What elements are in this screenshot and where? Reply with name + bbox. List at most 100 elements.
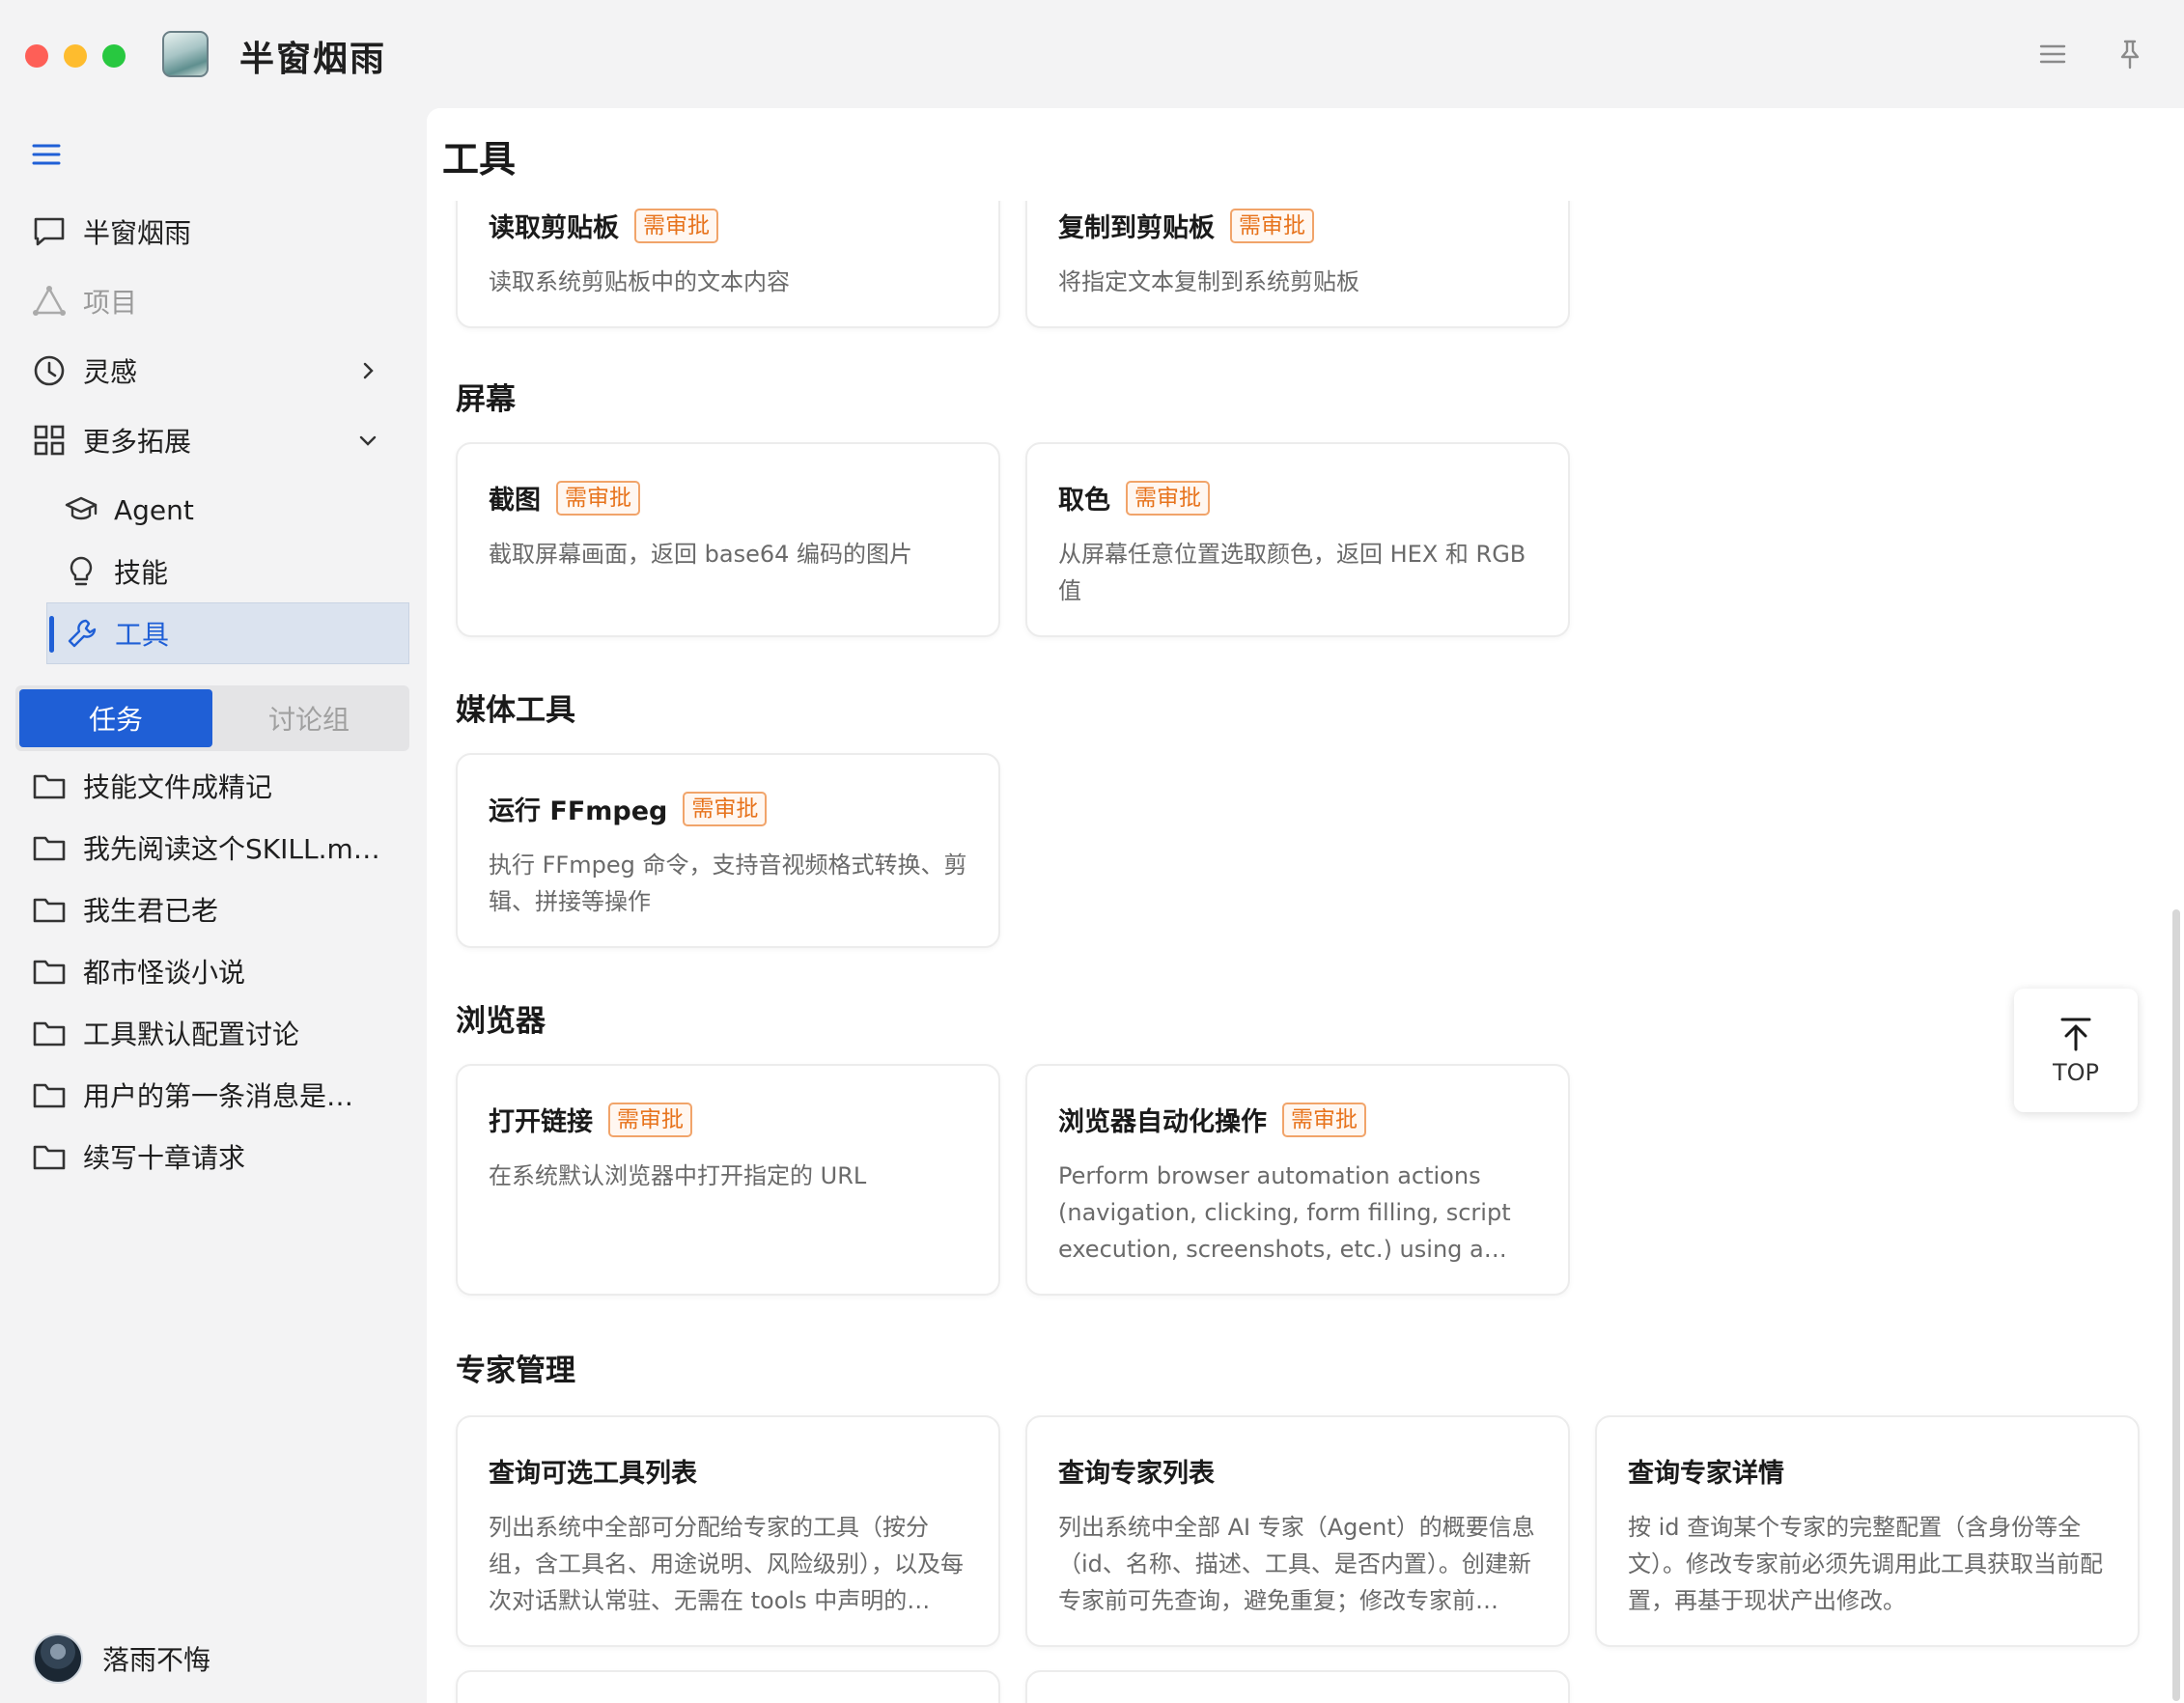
tool-name: 浏览器自动化操作 [1058, 1107, 1267, 1137]
tool-card-list-tools[interactable]: 查询可选工具列表 列出系统中全部可分配给专家的工具（按分组，含工具名、用途说明、… [456, 1415, 1000, 1647]
sidebar-item-chat[interactable]: 半窗烟雨 [31, 205, 398, 259]
task-label: 用户的第一条消息是… [83, 1080, 354, 1112]
sidebar-item-label: 灵感 [83, 356, 138, 388]
app-logo [162, 31, 209, 77]
tool-name: 运行 FFmpeg [489, 796, 668, 826]
task-item[interactable]: 工具默认配置讨论 [31, 1006, 398, 1060]
tool-name: 截图 [489, 486, 541, 516]
sidebar-item-label: 工具 [115, 619, 170, 651]
section-title-expert-management: 专家管理 [456, 1354, 575, 1388]
folder-icon [33, 836, 66, 861]
tool-card-partial[interactable] [1025, 1670, 1570, 1703]
clock-icon [34, 355, 65, 386]
sidebar-item-tools[interactable]: 工具 [46, 602, 409, 664]
title-bar: 半窗烟雨 [0, 0, 2184, 108]
task-item[interactable]: 我先阅读这个SKILL.m… [31, 821, 398, 875]
approval-badge: 需审批 [608, 1102, 692, 1137]
page-title: 工具 [442, 138, 517, 181]
tool-description: 将指定文本复制到系统剪贴板 [1058, 268, 1359, 295]
tool-card-ffmpeg[interactable]: 运行 FFmpeg 需审批 执行 FFmpeg 命令，支持音视频格式转换、剪辑、… [456, 753, 1000, 948]
user-name: 落雨不悔 [102, 1644, 211, 1676]
task-item[interactable]: 用户的第一条消息是… [31, 1068, 398, 1122]
task-label: 我生君已老 [83, 895, 219, 927]
menu-icon[interactable] [2035, 37, 2070, 71]
sidebar-toggle-icon[interactable] [31, 139, 62, 170]
maximize-window-button[interactable] [102, 44, 126, 68]
tool-description: 列出系统中全部 AI 专家（Agent）的概要信息（id、名称、描述、工具、是否… [1058, 1514, 1535, 1614]
folder-icon [33, 898, 66, 923]
sidebar-item-label: 技能 [114, 557, 169, 589]
folder-icon [33, 1021, 66, 1047]
sidebar: 半窗烟雨 项目 灵感 更多拓展 Agent 技能 工具 任务 讨论组 技能文件成… [0, 108, 425, 1703]
tab-discussion-groups[interactable]: 讨论组 [212, 689, 406, 747]
sidebar-tabs: 任务 讨论组 [15, 685, 409, 751]
sidebar-item-skills[interactable]: 技能 [64, 544, 398, 599]
folder-icon [33, 1083, 66, 1108]
tab-tasks[interactable]: 任务 [19, 689, 212, 747]
sidebar-item-extensions[interactable]: 更多拓展 [31, 413, 398, 467]
minimize-window-button[interactable] [64, 44, 87, 68]
tool-description: 截取屏幕画面，返回 base64 编码的图片 [489, 541, 913, 568]
section-title-screen: 屏幕 [456, 382, 516, 417]
tool-name: 复制到剪贴板 [1058, 213, 1215, 243]
tool-name: 查询专家列表 [1058, 1459, 1215, 1489]
section-title-media: 媒体工具 [456, 693, 575, 728]
grid-apps-icon [34, 425, 65, 456]
task-item[interactable]: 都市怪谈小说 [31, 944, 398, 998]
task-label: 工具默认配置讨论 [83, 1019, 300, 1050]
user-profile[interactable]: 落雨不悔 [33, 1633, 210, 1684]
tool-description: 按 id 查询某个专家的完整配置（含身份等全文）。修改专家前必须先调用此工具获取… [1628, 1514, 2103, 1614]
tool-card-list-experts[interactable]: 查询专家列表 列出系统中全部 AI 专家（Agent）的概要信息（id、名称、描… [1025, 1415, 1570, 1647]
tool-card-screenshot[interactable]: 截图 需审批 截取屏幕画面，返回 base64 编码的图片 [456, 442, 1000, 637]
sidebar-item-label: 更多拓展 [83, 426, 192, 458]
task-label: 都市怪谈小说 [83, 957, 246, 989]
approval-badge: 需审批 [1126, 480, 1210, 516]
task-item[interactable]: 技能文件成精记 [31, 759, 398, 813]
approval-badge: 需审批 [1282, 1102, 1366, 1137]
back-to-top-button[interactable]: TOP [2014, 989, 2138, 1112]
tool-card-browser-automation[interactable]: 浏览器自动化操作 需审批 Perform browser automation … [1025, 1064, 1570, 1296]
task-label: 我先阅读这个SKILL.m… [83, 833, 380, 865]
wrench-icon [68, 619, 97, 648]
graduation-cap-icon [65, 496, 98, 520]
close-window-button[interactable] [25, 44, 48, 68]
folder-icon [33, 774, 66, 799]
task-item[interactable]: 续写十章请求 [31, 1130, 398, 1184]
tool-name: 查询专家详情 [1628, 1459, 1784, 1489]
pin-icon[interactable] [2113, 37, 2147, 71]
tool-card-color-picker[interactable]: 取色 需审批 从屏幕任意位置选取颜色，返回 HEX 和 RGB 值 [1025, 442, 1570, 637]
approval-badge: 需审批 [556, 480, 640, 516]
tool-description: 执行 FFmpeg 命令，支持音视频格式转换、剪辑、拼接等操作 [489, 852, 967, 915]
folder-icon [33, 960, 66, 985]
tool-card-expert-detail[interactable]: 查询专家详情 按 id 查询某个专家的完整配置（含身份等全文）。修改专家前必须先… [1595, 1415, 2140, 1647]
lightbulb-icon [70, 556, 93, 586]
chat-bubble-icon [34, 217, 65, 246]
app-title: 半窗烟雨 [239, 40, 387, 79]
tool-name: 取色 [1058, 486, 1110, 516]
back-to-top-label: TOP [2052, 1059, 2100, 1086]
approval-badge: 需审批 [634, 208, 718, 243]
sidebar-item-label: Agent [114, 493, 194, 526]
chevron-down-icon [359, 435, 377, 446]
header-mask [427, 108, 2172, 201]
avatar [33, 1633, 83, 1684]
tool-name: 查询可选工具列表 [489, 1459, 697, 1489]
triangle-nodes-icon [33, 286, 66, 316]
tool-description: 从屏幕任意位置选取颜色，返回 HEX 和 RGB 值 [1058, 541, 1526, 604]
main-panel: 工具 读取剪贴板 需审批 读取系统剪贴板中的文本内容 复制到剪贴板 需审批 将指… [427, 108, 2184, 1703]
task-label: 技能文件成精记 [83, 771, 273, 803]
task-item[interactable]: 我生君已老 [31, 882, 398, 936]
sidebar-item-inspiration[interactable]: 灵感 [31, 344, 398, 398]
sidebar-item-label: 项目 [83, 287, 138, 319]
task-label: 续写十章请求 [83, 1142, 246, 1174]
sidebar-item-projects[interactable]: 项目 [31, 274, 398, 328]
tool-card-partial[interactable] [456, 1670, 1000, 1703]
sidebar-item-agent[interactable]: Agent [64, 483, 398, 537]
tool-name: 打开链接 [489, 1107, 593, 1137]
tool-card-open-link[interactable]: 打开链接 需审批 在系统默认浏览器中打开指定的 URL [456, 1064, 1000, 1296]
tool-description: Perform browser automation actions (navi… [1058, 1162, 1511, 1263]
scrollbar[interactable] [2172, 909, 2180, 1701]
folder-icon [33, 1145, 66, 1170]
tool-description: 列出系统中全部可分配给专家的工具（按分组，含工具名、用途说明、风险级别），以及每… [489, 1514, 964, 1614]
section-title-browser: 浏览器 [456, 1004, 546, 1039]
